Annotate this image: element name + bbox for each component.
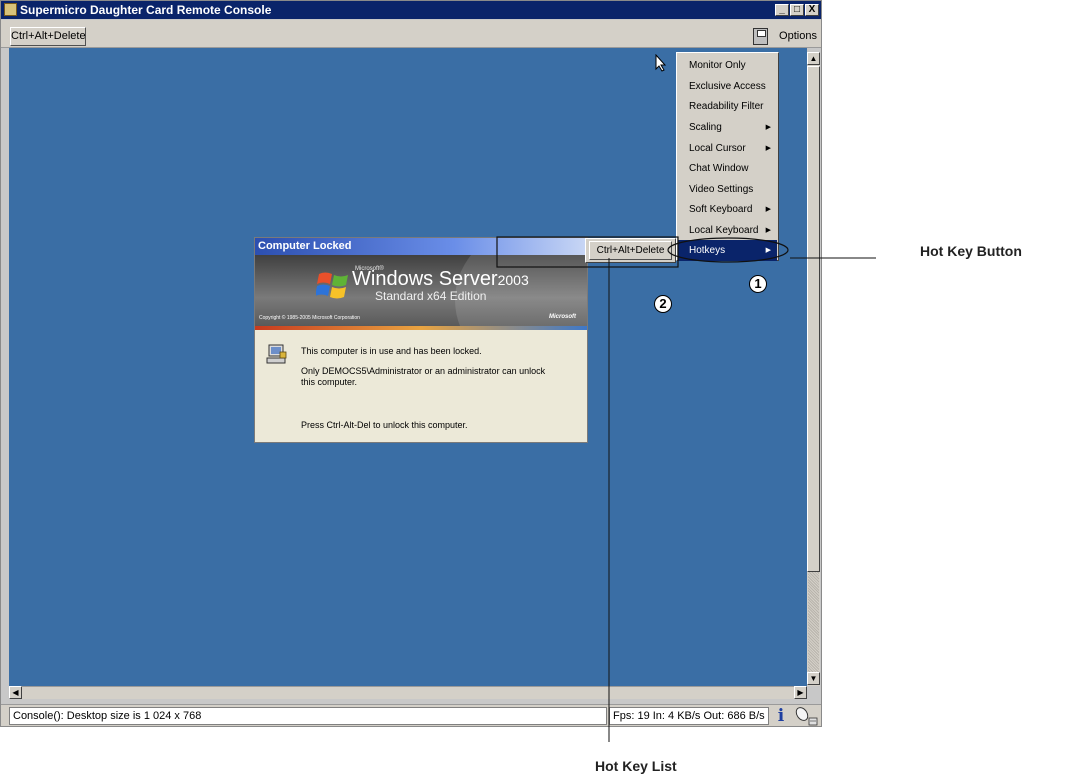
- product-edition: Standard x64 Edition: [375, 289, 487, 303]
- unlock-instruction: Press Ctrl-Alt-Del to unlock this comput…: [301, 420, 468, 430]
- java-cup-icon: [4, 3, 17, 16]
- menu-item-readability-filter[interactable]: Readability Filter: [678, 96, 777, 117]
- dialog-title: Computer Locked: [258, 240, 352, 252]
- menu-item-video-settings[interactable]: Video Settings: [678, 179, 777, 200]
- microsoft-logo: Microsoft: [549, 314, 576, 320]
- product-name: Windows Server2003: [352, 268, 529, 291]
- menu-item-hotkeys[interactable]: Hotkeys ▶: [678, 240, 777, 261]
- unlock-permission-message: Only DEMOCS5\Administrator or an adminis…: [301, 366, 546, 387]
- menu-item-local-cursor[interactable]: Local Cursor ▶: [678, 138, 777, 159]
- options-button[interactable]: Options: [776, 27, 820, 47]
- info-icon[interactable]: i: [775, 708, 787, 725]
- menu-item-label: Chat Window: [689, 163, 749, 174]
- submenu-arrow-icon: ▶: [765, 206, 771, 213]
- menu-item-label: Local Cursor: [689, 143, 746, 154]
- menu-item-exclusive-access[interactable]: Exclusive Access: [678, 76, 777, 97]
- submenu-arrow-icon: ▶: [765, 227, 771, 234]
- scroll-down-button[interactable]: ▼: [807, 672, 820, 685]
- mouse-pointer-icon: [655, 54, 667, 72]
- floppy-disk-icon[interactable]: [753, 28, 768, 45]
- menu-item-label: Monitor Only: [689, 60, 746, 71]
- product-year: 2003: [497, 272, 529, 288]
- hot-key-list-caption: Hot Key List: [595, 758, 677, 774]
- scroll-left-button[interactable]: ◀: [9, 686, 22, 699]
- menu-item-label: Local Keyboard: [689, 225, 759, 236]
- vertical-scroll-thumb[interactable]: [807, 66, 820, 572]
- title-bar[interactable]: Supermicro Daughter Card Remote Console …: [1, 1, 821, 19]
- menu-item-label: Video Settings: [689, 184, 754, 195]
- maximize-button[interactable]: □: [790, 4, 804, 16]
- submenu-arrow-icon: ▶: [765, 145, 771, 152]
- status-message: Console(): Desktop size is 1 024 x 768: [9, 707, 607, 725]
- window-title: Supermicro Daughter Card Remote Console: [20, 3, 272, 17]
- menu-item-label: Soft Keyboard: [689, 204, 753, 215]
- menu-item-soft-keyboard[interactable]: Soft Keyboard ▶: [678, 199, 777, 220]
- product-name-text: Windows Server: [352, 268, 498, 290]
- minimize-button[interactable]: _: [775, 4, 789, 16]
- menu-item-label: Readability Filter: [689, 101, 764, 112]
- hot-key-button-caption: Hot Key Button: [920, 243, 1022, 259]
- dialog-title-bar: Computer Locked: [255, 238, 587, 255]
- banner-color-strip: [255, 326, 587, 330]
- callout-marker-2: 2: [654, 295, 672, 313]
- toolbar: [1, 20, 821, 48]
- hotkey-ctrl-alt-delete[interactable]: Ctrl+Alt+Delete: [589, 241, 672, 260]
- submenu-arrow-icon: ▶: [765, 247, 771, 254]
- locked-message: This computer is in use and has been loc…: [301, 346, 482, 356]
- scroll-up-button[interactable]: ▲: [807, 52, 820, 65]
- menu-item-scaling[interactable]: Scaling ▶: [678, 117, 777, 138]
- menu-item-label: Hotkeys: [689, 245, 726, 256]
- scroll-right-button[interactable]: ▶: [794, 686, 807, 699]
- vertical-scroll-track[interactable]: [808, 572, 819, 672]
- menu-item-chat-window[interactable]: Chat Window: [678, 158, 777, 179]
- submenu-arrow-icon: ▶: [765, 124, 771, 131]
- locked-computer-icon: [266, 344, 287, 364]
- callout-marker-1: 1: [749, 275, 767, 293]
- horizontal-scrollbar[interactable]: [9, 686, 807, 699]
- menu-item-label: Scaling: [689, 122, 722, 133]
- options-menu: Monitor Only Exclusive Access Readabilit…: [676, 52, 779, 261]
- menu-item-local-keyboard[interactable]: Local Keyboard ▶: [678, 220, 777, 241]
- menu-item-monitor-only[interactable]: Monitor Only: [678, 55, 777, 76]
- copyright-text: Copyright © 1985-2005 Microsoft Corporat…: [259, 315, 360, 321]
- windows-flag-logo-icon: [316, 272, 348, 299]
- mouse-sync-icon[interactable]: [790, 706, 818, 726]
- ctrl-alt-delete-button[interactable]: Ctrl+Alt+Delete: [10, 27, 86, 46]
- connection-stats: Fps: 19 In: 4 KB/s Out: 686 B/s: [609, 707, 769, 725]
- close-button[interactable]: X: [805, 4, 819, 16]
- menu-item-label: Exclusive Access: [689, 81, 766, 92]
